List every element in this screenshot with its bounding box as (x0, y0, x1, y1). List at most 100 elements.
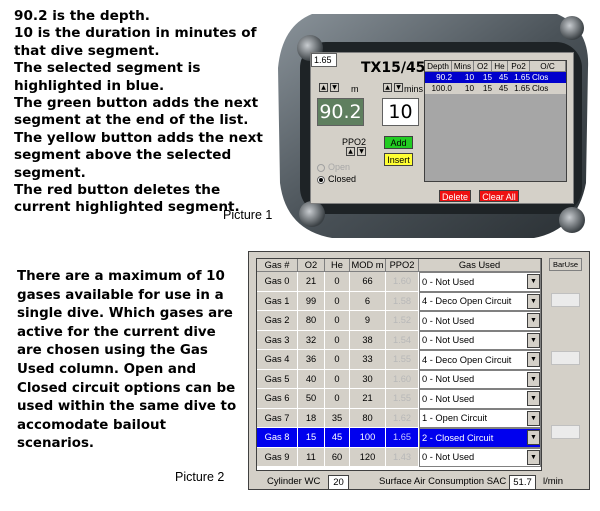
gas-used-select[interactable]: 0 - Not Used ▼ (419, 389, 541, 409)
he-cell[interactable]: 0 (325, 330, 350, 350)
dropdown-arrow-icon[interactable]: ▼ (527, 449, 540, 465)
mod-cell[interactable]: 33 (350, 350, 386, 370)
device-screenshot: TX15/45 ▲ ▼ m ▲ ▼ mins 90.2 10 PPO2 1.65… (272, 8, 592, 242)
segment-row-selected[interactable]: 90.2 10 15 45 1.65 Clos (425, 72, 566, 83)
clear-all-button[interactable]: Clear All (479, 190, 519, 202)
add-segment-button[interactable]: Add (384, 136, 413, 149)
mod-cell[interactable]: 9 (350, 311, 386, 331)
ppo2-cell[interactable]: 1.54 (386, 330, 419, 350)
gas-used-select[interactable]: 4 - Deco Open Circuit ▼ (419, 350, 541, 370)
mod-cell[interactable]: 21 (350, 389, 386, 409)
gas-used-select[interactable]: 0 - Not Used ▼ (419, 311, 541, 331)
he-cell[interactable]: 35 (325, 408, 350, 428)
cylinder-wc-input[interactable]: 20 (328, 475, 349, 490)
o2-cell[interactable]: 36 (298, 350, 325, 370)
mod-cell[interactable]: 38 (350, 330, 386, 350)
he-cell[interactable]: 0 (325, 291, 350, 311)
dropdown-arrow-icon[interactable]: ▼ (527, 332, 540, 348)
bar-use-cell[interactable] (551, 425, 580, 439)
he-cell[interactable]: 0 (325, 311, 350, 331)
gas-row[interactable]: Gas 5 40 0 30 1.60 0 - Not Used ▼ (257, 369, 541, 389)
mins-up-button[interactable]: ▲ (383, 83, 392, 92)
o2-cell[interactable]: 99 (298, 291, 325, 311)
gas-row-selected[interactable]: Gas 8 15 45 100 1.65 2 - Closed Circuit ▼ (257, 428, 541, 448)
gas-used-value: 4 - Deco Open Circuit (422, 296, 512, 307)
ppo2-cell[interactable]: 1.60 (386, 369, 419, 389)
ppo2-value-field[interactable]: 1.65 (311, 53, 337, 67)
gas-row[interactable]: Gas 2 80 0 9 1.52 0 - Not Used ▼ (257, 311, 541, 331)
bar-use-header: BarUse (549, 258, 582, 271)
gas-used-select[interactable]: 0 - Not Used ▼ (419, 330, 541, 350)
segment-cell: Clos (532, 84, 549, 93)
mod-cell[interactable]: 100 (350, 428, 386, 448)
ppo2-cell[interactable]: 1.65 (386, 428, 419, 448)
o2-cell[interactable]: 80 (298, 311, 325, 331)
bar-use-cell[interactable] (551, 351, 580, 365)
ppo2-cell[interactable]: 1.58 (386, 291, 419, 311)
insert-segment-button[interactable]: Insert (384, 153, 413, 166)
dropdown-arrow-icon[interactable]: ▼ (527, 274, 540, 290)
depth-up-button[interactable]: ▲ (319, 83, 328, 92)
gas-used-select[interactable]: 2 - Closed Circuit ▼ (419, 428, 541, 448)
he-cell[interactable]: 45 (325, 428, 350, 448)
he-cell[interactable]: 0 (325, 272, 350, 292)
bar-use-cell[interactable] (551, 293, 580, 307)
he-cell[interactable]: 0 (325, 389, 350, 409)
ppo2-cell[interactable]: 1.43 (386, 447, 419, 467)
gas-used-select[interactable]: 0 - Not Used ▼ (419, 272, 541, 292)
mins-down-button[interactable]: ▼ (394, 83, 403, 92)
ppo2-cell[interactable]: 1.62 (386, 408, 419, 428)
gas-used-select[interactable]: 0 - Not Used ▼ (419, 369, 541, 389)
segment-header-cell: Po2 (508, 61, 530, 72)
gas-used-select[interactable]: 4 - Deco Open Circuit ▼ (419, 291, 541, 311)
ppo2-cell[interactable]: 1.60 (386, 272, 419, 292)
o2-cell[interactable]: 21 (298, 272, 325, 292)
o2-cell[interactable]: 11 (298, 447, 325, 467)
he-cell[interactable]: 60 (325, 447, 350, 467)
closed-circuit-radio[interactable] (317, 176, 325, 184)
ppo2-cell[interactable]: 1.52 (386, 311, 419, 331)
gas-row[interactable]: Gas 7 18 35 80 1.62 1 - Open Circuit ▼ (257, 408, 541, 428)
ppo2-cell[interactable]: 1.55 (386, 350, 419, 370)
dropdown-arrow-icon[interactable]: ▼ (527, 352, 540, 368)
gas-row[interactable]: Gas 6 50 0 21 1.55 0 - Not Used ▼ (257, 389, 541, 409)
o2-cell[interactable]: 50 (298, 389, 325, 409)
gas-row[interactable]: Gas 3 32 0 38 1.54 0 - Not Used ▼ (257, 330, 541, 350)
gas-row[interactable]: Gas 0 21 0 66 1.60 0 - Not Used ▼ (257, 272, 541, 292)
mod-cell[interactable]: 30 (350, 369, 386, 389)
mod-cell[interactable]: 6 (350, 291, 386, 311)
mins-value-field[interactable]: 10 (382, 98, 419, 126)
o2-cell[interactable]: 15 (298, 428, 325, 448)
delete-segment-button[interactable]: Delete (439, 190, 471, 202)
dropdown-arrow-icon[interactable]: ▼ (527, 410, 540, 426)
ppo2-down-button[interactable]: ▼ (357, 147, 366, 156)
segment-row[interactable]: 100.0 10 15 45 1.65 Clos (425, 83, 566, 94)
dropdown-arrow-icon[interactable]: ▼ (527, 313, 540, 329)
gas-row[interactable]: Gas 1 99 0 6 1.58 4 - Deco Open Circuit ▼ (257, 291, 541, 311)
gas-row[interactable]: Gas 9 11 60 120 1.43 0 - Not Used ▼ (257, 447, 541, 467)
segment-cell: 45 (498, 84, 508, 93)
ppo2-cell[interactable]: 1.55 (386, 389, 419, 409)
ppo2-up-button[interactable]: ▲ (346, 147, 355, 156)
mod-cell[interactable]: 66 (350, 272, 386, 292)
mod-cell[interactable]: 120 (350, 447, 386, 467)
depth-down-button[interactable]: ▼ (330, 83, 339, 92)
gas-used-select[interactable]: 1 - Open Circuit ▼ (419, 408, 541, 428)
depth-value-field[interactable]: 90.2 (317, 98, 364, 126)
dropdown-arrow-icon[interactable]: ▼ (527, 293, 540, 309)
gas-row[interactable]: Gas 4 36 0 33 1.55 4 - Deco Open Circuit ▼ (257, 350, 541, 370)
mod-cell[interactable]: 80 (350, 408, 386, 428)
sac-input[interactable]: 51.7 (509, 475, 536, 490)
open-circuit-radio[interactable] (317, 164, 325, 172)
o2-cell[interactable]: 40 (298, 369, 325, 389)
o2-cell[interactable]: 32 (298, 330, 325, 350)
segment-cell: 90.2 (436, 73, 452, 82)
dropdown-arrow-icon[interactable]: ▼ (527, 371, 540, 387)
dropdown-arrow-icon[interactable]: ▼ (527, 430, 540, 446)
o2-cell[interactable]: 18 (298, 408, 325, 428)
gas-used-select[interactable]: 0 - Not Used ▼ (419, 447, 541, 467)
header-he: He (325, 259, 350, 272)
dropdown-arrow-icon[interactable]: ▼ (527, 391, 540, 407)
he-cell[interactable]: 0 (325, 350, 350, 370)
he-cell[interactable]: 0 (325, 369, 350, 389)
